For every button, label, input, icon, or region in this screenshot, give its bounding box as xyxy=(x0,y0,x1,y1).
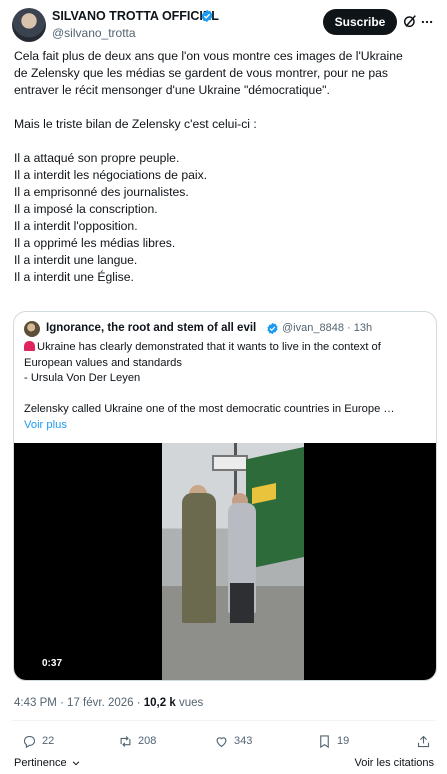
tweet-line: Il a attaqué son propre peuple. xyxy=(14,151,180,165)
bookmark-count: 19 xyxy=(337,735,350,747)
reply-count: 22 xyxy=(42,735,55,747)
views-label: vues xyxy=(175,697,204,709)
tweet-line: Il a opprimé les médias libres. xyxy=(14,236,176,250)
read-more-link[interactable]: Voir plus xyxy=(24,418,429,434)
tweet-line: Il a interdit l'opposition. xyxy=(14,219,138,233)
quote-author-handle: @ivan_8848 · 13h xyxy=(282,322,373,334)
tweet-header: SILVANO TROTTA OFFICIEL @silvano_trotta … xyxy=(12,6,435,42)
verified-badge-icon xyxy=(267,322,278,335)
view-count: 10,2 k xyxy=(143,697,176,709)
author-avatar[interactable] xyxy=(12,8,46,42)
like-count: 343 xyxy=(234,735,253,747)
repost-button[interactable]: 208 xyxy=(118,732,156,750)
tweet-line: Il a interdit une Église. xyxy=(14,270,134,284)
grok-icon[interactable] xyxy=(402,13,418,29)
tweet-line: entraver le récit mensonger d'une Ukrain… xyxy=(14,83,330,97)
reply-button[interactable]: 22 xyxy=(22,732,54,750)
follow-button[interactable]: Suscribe xyxy=(323,9,397,35)
author-handle[interactable]: @silvano_trotta xyxy=(52,26,136,40)
bookmark-button[interactable]: 19 xyxy=(317,732,349,750)
tweet-line: Cela fait plus de deux ans que l'on vous… xyxy=(14,49,403,63)
tweet-line: Il a interdit les négociations de paix. xyxy=(14,168,208,182)
tweet-line: Il a interdit une langue. xyxy=(14,253,138,267)
quote-line: Ukraine has clearly demonstrated that it… xyxy=(37,341,381,353)
video-duration: 0:37 xyxy=(42,658,63,669)
author-name[interactable]: SILVANO TROTTA OFFICIEL xyxy=(52,9,219,23)
share-button[interactable] xyxy=(416,732,431,750)
reply-icon xyxy=(23,735,36,748)
bookmark-icon xyxy=(320,734,329,748)
action-bar: 22 208 343 19 xyxy=(14,732,434,750)
divider xyxy=(12,720,435,721)
heart-icon xyxy=(216,736,227,747)
quote-author-avatar xyxy=(24,321,40,337)
replies-toolbar: Pertinence Voir les citations xyxy=(14,757,434,771)
view-quotes-link[interactable]: Voir les citations xyxy=(355,757,434,769)
quote-line: European values and standards xyxy=(24,356,182,369)
tweet-meta: 4:43 PM · 17 févr. 2026 · 10,2 k vues xyxy=(14,697,203,709)
tweet-line: Il a emprisonné des journalistes. xyxy=(14,185,189,199)
share-icon xyxy=(417,735,430,747)
like-button[interactable]: 343 xyxy=(214,732,252,750)
sort-relevance-dropdown[interactable]: Pertinence xyxy=(14,757,81,769)
tweet-timestamp[interactable]: 4:43 PM · 17 févr. 2026 · xyxy=(14,697,144,709)
repost-count: 208 xyxy=(138,735,157,747)
repost-icon xyxy=(120,735,131,747)
tweet-line: Il a imposé la conscription. xyxy=(14,202,158,216)
video-frame xyxy=(162,443,304,680)
quote-line: - Ursula Von Der Leyen xyxy=(24,372,141,384)
verified-badge-icon xyxy=(201,9,213,23)
quoted-tweet[interactable]: Ignorance, the root and stem of all evil… xyxy=(13,311,437,681)
quote-author-name: Ignorance, the root and stem of all evil xyxy=(46,322,257,334)
tweet-text: Cela fait plus de deux ans que l'on vous… xyxy=(14,48,434,286)
chevron-down-icon xyxy=(72,761,79,766)
quote-text: Ukraine has clearly demonstrated that it… xyxy=(24,340,429,433)
tweet-line: de Zelensky que les médias se gardent de… xyxy=(14,66,388,80)
more-options-icon[interactable] xyxy=(420,15,434,29)
siren-emoji-icon xyxy=(24,341,35,351)
tweet-line: Mais le triste bilan de Zelensky c'est c… xyxy=(14,117,257,131)
video-player[interactable]: 0:37 xyxy=(14,443,436,680)
quote-line: Zelensky called Ukraine one of the most … xyxy=(24,403,395,415)
sort-label: Pertinence xyxy=(14,757,67,769)
